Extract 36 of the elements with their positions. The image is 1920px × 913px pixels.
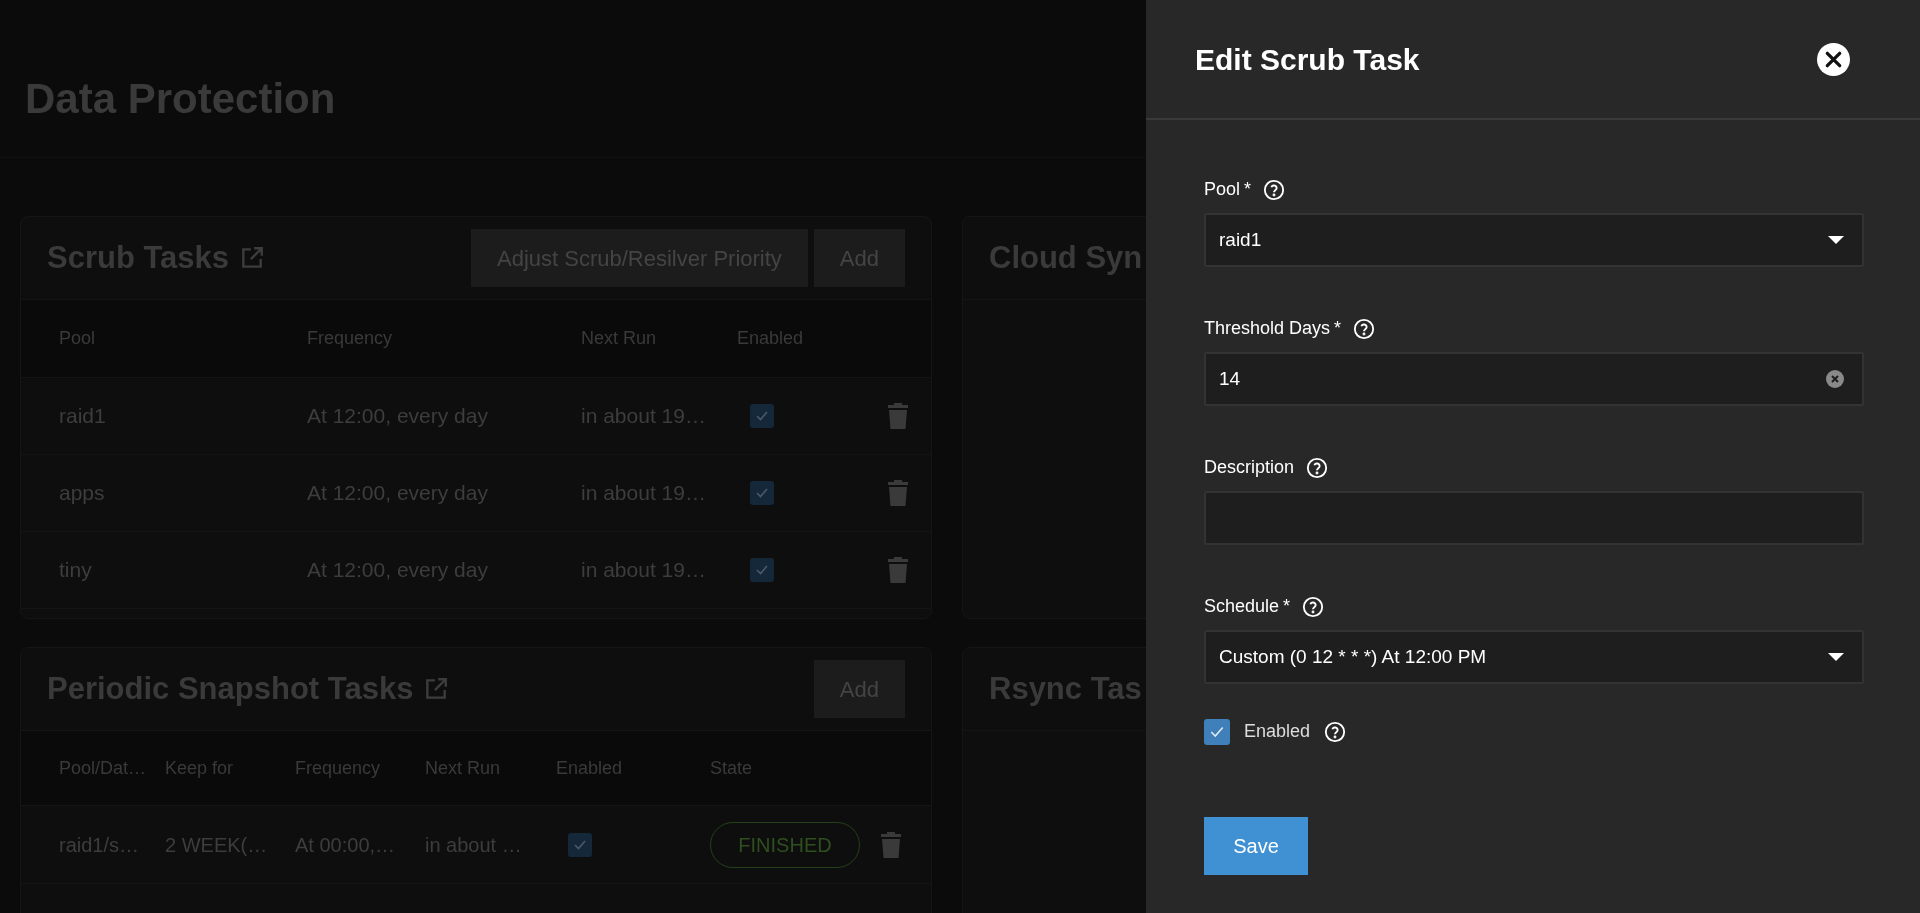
field-label: Description (1204, 456, 1295, 479)
check-icon (755, 409, 769, 423)
trash-icon[interactable] (887, 556, 909, 584)
enabled-checkbox[interactable] (750, 481, 774, 505)
input-field[interactable]: 14 (1204, 352, 1864, 406)
help-icon[interactable] (1353, 317, 1376, 340)
required-mark: * (1334, 317, 1342, 340)
check-icon (755, 486, 769, 500)
external-link-icon[interactable] (239, 245, 266, 271)
required-mark: * (1244, 178, 1252, 201)
trash-icon[interactable] (880, 830, 902, 859)
enabled-checkbox[interactable] (750, 558, 774, 582)
trash-icon[interactable] (887, 479, 909, 507)
enabled-checkbox[interactable] (568, 832, 592, 857)
close-icon[interactable] (1817, 42, 1850, 76)
field-label: Pool (1204, 178, 1241, 201)
help-icon[interactable] (1302, 595, 1325, 618)
drawer-title: Edit Scrub Task (1195, 41, 1420, 78)
enabled-checkbox[interactable] (750, 404, 774, 428)
help-icon[interactable] (1324, 720, 1347, 743)
required-mark: * (1283, 595, 1291, 618)
save-button[interactable]: Save (1204, 817, 1308, 875)
enabled-checkbox[interactable] (1204, 718, 1230, 745)
select-field[interactable]: raid1 (1204, 213, 1864, 267)
check-icon (755, 563, 769, 577)
dropdown-caret-icon (1828, 236, 1844, 244)
checkbox-label: Enabled (1244, 720, 1311, 743)
select-field[interactable]: Custom (0 12 * * *) At 12:00 PM (1204, 630, 1864, 684)
external-link-icon[interactable] (423, 676, 450, 702)
dropdown-caret-icon (1828, 653, 1844, 661)
field-label: Schedule (1204, 595, 1280, 618)
clear-icon[interactable] (1826, 370, 1844, 388)
help-icon[interactable] (1263, 178, 1286, 201)
trash-icon[interactable] (887, 402, 909, 430)
field-label: Threshold Days (1204, 317, 1331, 340)
help-icon[interactable] (1306, 456, 1329, 479)
